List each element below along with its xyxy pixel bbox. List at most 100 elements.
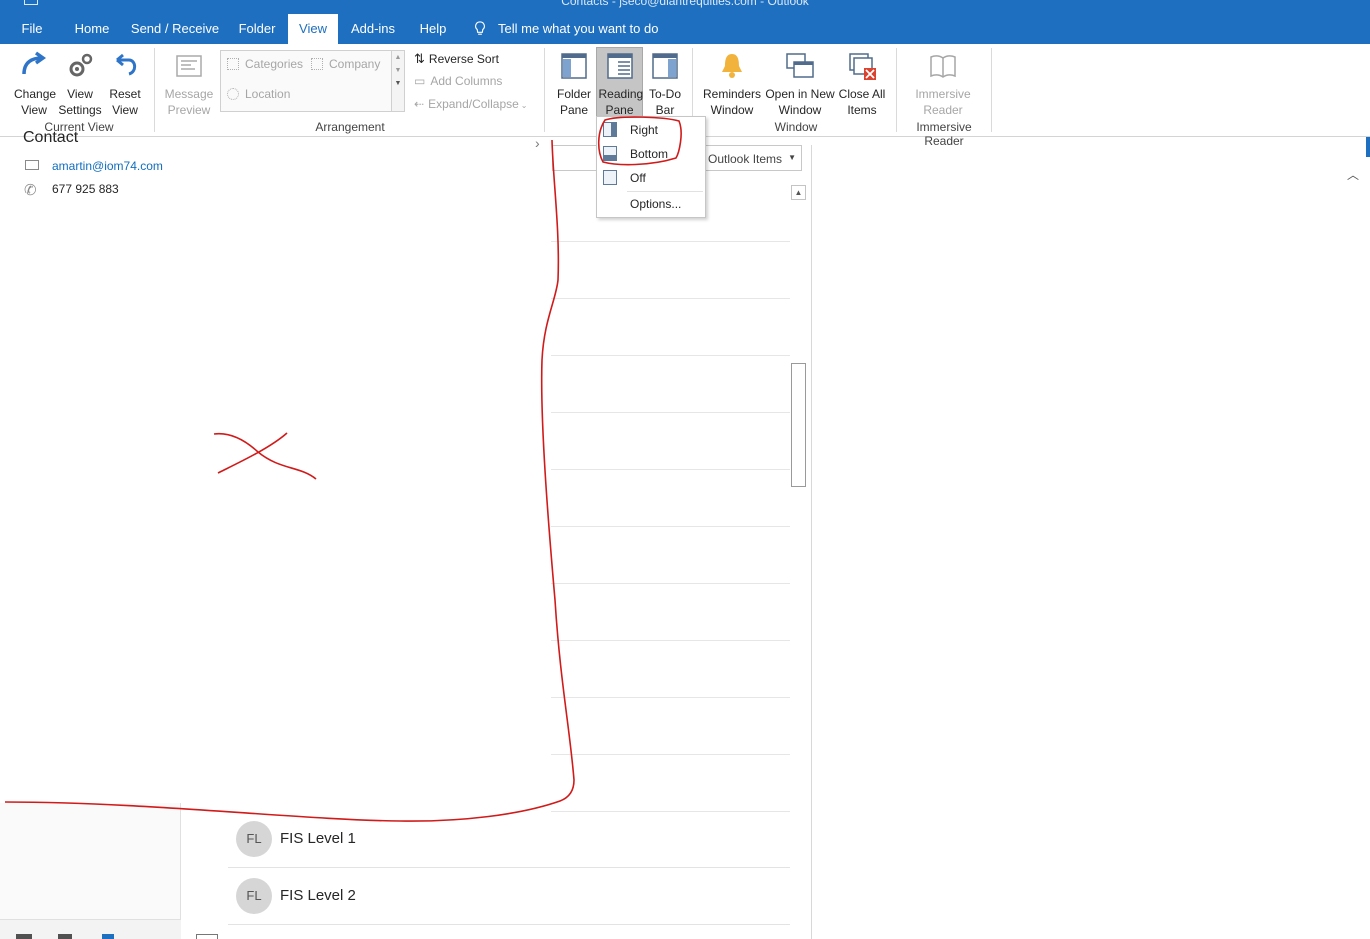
chevron-right-icon[interactable]: ›	[535, 135, 540, 151]
message-preview-label: Message Preview	[164, 87, 214, 117]
tab-home[interactable]: Home	[68, 14, 116, 44]
reading-pane-off[interactable]: Off	[597, 167, 705, 189]
open-in-new-window-label: Open in New Window	[765, 87, 835, 117]
arrange-company[interactable]: Company	[311, 57, 380, 71]
tab-view[interactable]: View	[288, 14, 338, 44]
scrollbar-thumb[interactable]	[791, 363, 806, 487]
row-divider	[551, 412, 791, 413]
scroll-up-arrow-icon[interactable]: ▲	[791, 185, 806, 200]
contact-email-link[interactable]: amartin@iom74.com	[52, 159, 163, 173]
gallery-scroll[interactable]: ▲ ▼ ▼	[391, 50, 405, 112]
immersive-reader-icon	[930, 55, 956, 78]
tell-me-search[interactable]: Tell me what you want to do	[474, 14, 658, 44]
row-divider	[551, 469, 791, 470]
tab-folder[interactable]: Folder	[232, 14, 282, 44]
menu-divider	[627, 191, 703, 192]
group-window: Window	[774, 120, 818, 134]
lightbulb-icon	[475, 21, 485, 35]
arrangement-gallery: Categories Company Location	[220, 50, 392, 112]
add-columns-button[interactable]: ▭ Add Columns	[414, 74, 502, 88]
globe-icon	[227, 88, 239, 100]
layout-bottom-icon	[603, 146, 617, 161]
calendar-nav-icon[interactable]	[58, 934, 72, 939]
filter-value: Outlook Items	[708, 152, 783, 166]
reminders-window-button[interactable]: Reminders Window	[702, 48, 762, 118]
group-immersive-reader: Immersive Reader	[916, 120, 972, 148]
reverse-sort-button[interactable]: ⇅ Reverse Sort	[414, 51, 499, 67]
reading-pane-right[interactable]: Right	[597, 119, 705, 141]
change-view-label: Change View	[14, 87, 57, 117]
message-preview-button[interactable]: Message Preview	[160, 48, 218, 118]
arrange-location[interactable]: Location	[227, 87, 290, 101]
company-icon	[311, 58, 323, 70]
reminders-window-label: Reminders Window	[703, 87, 762, 117]
gear-icon	[69, 53, 93, 77]
reading-pane-button[interactable]: Reading Pane	[596, 47, 643, 119]
reading-pane-icon	[606, 53, 633, 79]
row-divider	[551, 298, 791, 299]
reset-view-button[interactable]: Reset View	[104, 48, 146, 118]
layout-off-icon	[603, 170, 617, 185]
view-settings-label: View Settings	[58, 87, 102, 117]
title-bar: Contacts - jseco@diantrequities.com - Ou…	[0, 0, 1370, 44]
row-divider	[551, 241, 791, 242]
tell-me-text: Tell me what you want to do	[498, 21, 659, 36]
row-divider	[551, 754, 791, 755]
list-item[interactable]: FL FIS Level 1	[228, 811, 791, 868]
todo-bar-button[interactable]: To-Do Bar	[645, 48, 685, 118]
tab-help[interactable]: Help	[412, 14, 454, 44]
reading-pane-label: Reading Pane	[598, 87, 644, 117]
avatar: FL	[236, 878, 272, 914]
group-separator	[544, 48, 545, 132]
list-scrollbar[interactable]	[790, 184, 807, 939]
expand-collapse-button[interactable]: ⇠ Expand/Collapse ⌄	[414, 97, 528, 111]
todo-bar-icon	[652, 53, 678, 79]
reading-pane-bottom[interactable]: Bottom	[597, 143, 705, 165]
view-settings-button[interactable]: View Settings	[56, 48, 104, 118]
group-separator	[991, 48, 992, 132]
mail-nav-icon[interactable]	[16, 934, 32, 939]
todo-bar-label: To-Do Bar	[648, 87, 681, 117]
message-preview-icon	[176, 55, 202, 77]
contact-card: Contact › amartin@iom74.com ✆ 677 925 88…	[3, 129, 550, 803]
close-all-items-button[interactable]: Close All Items	[836, 48, 888, 118]
chevron-down-icon: ▼	[788, 153, 796, 162]
row-divider	[551, 526, 791, 527]
avatar: FL	[236, 821, 272, 857]
window-title: Contacts - jseco@diantrequities.com - Ou…	[561, 0, 809, 8]
row-divider	[551, 640, 791, 641]
arrange-categories[interactable]: Categories	[227, 57, 303, 71]
change-view-button[interactable]: Change View	[8, 48, 60, 118]
people-nav-icon[interactable]	[102, 934, 114, 939]
close-all-items-label: Close All Items	[838, 87, 886, 117]
pane-divider	[811, 145, 812, 939]
contact-phone: 677 925 883	[52, 182, 119, 196]
reset-view-label: Reset View	[109, 87, 141, 117]
add-columns-icon: ▭	[414, 74, 426, 88]
list-item[interactable]: FL FIS Level 2	[228, 868, 791, 925]
tab-add-ins[interactable]: Add-ins	[346, 14, 400, 44]
tab-file[interactable]: File	[14, 14, 50, 44]
window-edge	[1366, 137, 1370, 157]
mail-icon	[25, 160, 39, 170]
tab-send-receive[interactable]: Send / Receive	[128, 14, 222, 44]
row-divider	[551, 697, 791, 698]
phone-icon: ✆	[24, 182, 37, 199]
expand-collapse-icon: ⇠	[414, 97, 425, 111]
change-view-icon	[22, 51, 47, 75]
row-divider	[551, 583, 791, 584]
group-separator	[154, 48, 155, 132]
immersive-reader-button[interactable]: Immersive Reader	[906, 48, 980, 118]
layout-right-icon	[603, 122, 617, 137]
collapse-ribbon-button[interactable]: ︿	[1347, 166, 1359, 183]
checkbox[interactable]	[196, 934, 218, 939]
open-in-new-window-button[interactable]: Open in New Window	[764, 48, 836, 118]
contact-name: FIS Level 2	[280, 887, 356, 904]
folder-pane-button[interactable]: Folder Pane	[551, 48, 597, 118]
reading-pane-options[interactable]: Options...	[597, 193, 705, 215]
new-window-icon	[786, 53, 814, 78]
sort-arrows-icon: ⇅	[414, 51, 425, 66]
contact-heading: Contact	[23, 129, 79, 146]
undo-icon	[116, 53, 137, 76]
group-arrangement: Arrangement	[315, 120, 385, 134]
